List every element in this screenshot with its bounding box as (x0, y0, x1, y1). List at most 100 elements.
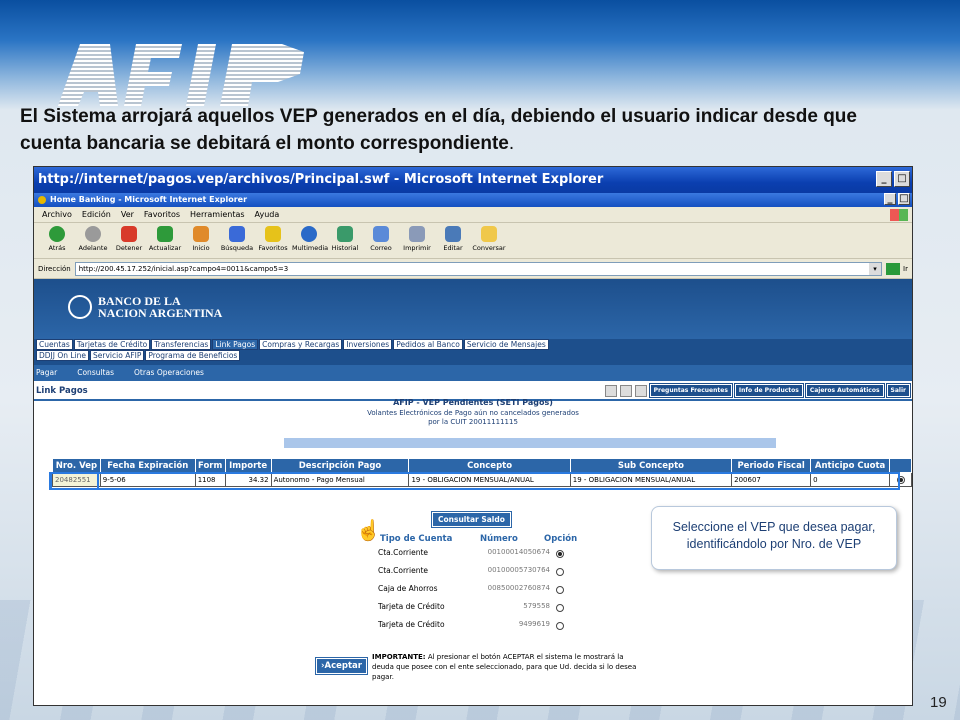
toolbar-back-button[interactable]: Atrás (40, 223, 74, 258)
go-label[interactable]: Ir (903, 265, 908, 273)
tab-cuentas[interactable]: Cuentas (36, 339, 73, 350)
back-icon (49, 226, 65, 242)
account-number: 00100014050674 (487, 548, 550, 556)
head-numero: Número (480, 534, 518, 544)
tab-pedidos[interactable]: Pedidos al Banco (393, 339, 463, 350)
tab-transferencias[interactable]: Transferencias (151, 339, 212, 350)
home-icon[interactable] (604, 384, 617, 397)
account-radio[interactable] (556, 604, 564, 612)
toolbar-print-button[interactable]: Imprimir (400, 223, 434, 258)
minimize-button[interactable]: _ (876, 171, 892, 187)
account-type: Caja de Ahorros (378, 584, 438, 593)
toolbar-label: Adelante (78, 244, 108, 252)
inner-window-titlebar[interactable]: Home Banking - Microsoft Internet Explor… (34, 193, 912, 207)
subnav-pagar[interactable]: Pagar (36, 365, 57, 381)
toolbar-label: Conversar (472, 244, 506, 252)
tab-beneficios[interactable]: Programa de Beneficios (145, 350, 241, 361)
headline-period: . (508, 133, 515, 154)
head-tipo-cuenta: Tipo de Cuenta (380, 534, 453, 544)
account-row[interactable]: Cta.Corriente 00100014050674 (378, 548, 568, 560)
account-radio[interactable] (556, 568, 564, 576)
col-select (889, 458, 912, 473)
toolbar-refresh-button[interactable]: Actualizar (148, 223, 182, 258)
menubar: Archivo Edición Ver Favoritos Herramient… (34, 207, 912, 223)
consultar-saldo-button[interactable]: Consultar Saldo (431, 511, 512, 528)
tab-tarjetas[interactable]: Tarjetas de Crédito (73, 339, 151, 350)
inner-minimize-button[interactable]: _ (884, 193, 896, 205)
account-option (556, 621, 564, 630)
col-subconcepto: Sub Concepto (569, 458, 733, 473)
toolbar-messenger-button[interactable]: Conversar (472, 223, 506, 258)
tab-servicio-afip[interactable]: Servicio AFIP (90, 350, 145, 361)
toolbar-history-button[interactable]: Historial (328, 223, 362, 258)
bank-subnav: Pagar Consultas Otras Operaciones (34, 365, 912, 381)
print-icon[interactable] (634, 384, 647, 397)
account-number: 579558 (523, 602, 550, 610)
mail-icon[interactable] (619, 384, 632, 397)
messenger-icon (481, 226, 497, 242)
toolbar-edit-button[interactable]: Editar (436, 223, 470, 258)
tab-inversiones[interactable]: Inversiones (343, 339, 393, 350)
aceptar-button[interactable]: ›Aceptar (315, 657, 368, 675)
stop-icon (121, 226, 137, 242)
toolbar-search-button[interactable]: Búsqueda (220, 223, 254, 258)
home-icon (193, 226, 209, 242)
vep-title: AFIP - VEP Pendientes (SETI Pagos) (393, 398, 553, 407)
account-radio[interactable] (556, 586, 564, 594)
tab-link-pagos[interactable]: Link Pagos (212, 339, 259, 350)
subnav-otras[interactable]: Otras Operaciones (134, 365, 204, 381)
col-nro-vep: Nro. Vep (52, 458, 101, 473)
col-concepto: Concepto (408, 458, 571, 473)
account-row[interactable]: Caja de Ahorros 00850002760874 (378, 584, 568, 596)
account-row[interactable]: Tarjeta de Crédito 579558 (378, 602, 568, 614)
menu-edicion[interactable]: Edición (82, 207, 111, 222)
page-number: 19 (930, 694, 947, 711)
toolbar-mail-button[interactable]: Correo (364, 223, 398, 258)
toolbar-label: Multimedia (292, 244, 329, 252)
aceptar-label: Aceptar (324, 661, 362, 671)
toolbar-label: Historial (331, 244, 359, 252)
go-arrow-icon[interactable] (886, 262, 901, 275)
toolbar: Atrás Adelante Detener Actualizar Inicio… (34, 223, 912, 259)
toolbar-forward-button[interactable]: Adelante (76, 223, 110, 258)
account-type: Cta.Corriente (378, 548, 429, 557)
address-input[interactable]: http://200.45.17.252/inicial.asp?campo4=… (74, 261, 883, 276)
menu-ver[interactable]: Ver (121, 207, 134, 222)
bank-logo-icon (68, 295, 92, 319)
toolbar-home-button[interactable]: Inicio (184, 223, 218, 258)
menu-ayuda[interactable]: Ayuda (255, 207, 280, 222)
account-row[interactable]: Tarjeta de Crédito 9499619 (378, 620, 568, 632)
inner-maximize-button[interactable]: □ (898, 193, 910, 205)
col-descripcion: Descripción Pago (270, 458, 410, 473)
account-radio[interactable] (556, 622, 564, 630)
tab-compras[interactable]: Compras y Recargas (259, 339, 343, 350)
menu-favoritos[interactable]: Favoritos (144, 207, 180, 222)
subnav-consultas[interactable]: Consultas (77, 365, 114, 381)
menu-archivo[interactable]: Archivo (42, 207, 72, 222)
toolbar-multimedia-button[interactable]: Multimedia (292, 223, 329, 258)
history-icon (337, 226, 353, 242)
account-row[interactable]: Cta.Corriente 00100005730764 (378, 566, 568, 578)
maximize-button[interactable]: □ (894, 171, 910, 187)
callout-line-1: Seleccione el VEP que desea pagar, (672, 520, 876, 534)
bank-name: BANCO DE LA NACION ARGENTINA (98, 295, 222, 319)
tab-mensajes[interactable]: Servicio de Mensajes (463, 339, 549, 350)
address-url: http://200.45.17.252/inicial.asp?campo4=… (78, 264, 289, 273)
bank-nav-tabs: Cuentas Tarjetas de Crédito Transferenci… (34, 339, 912, 365)
chevron-down-icon[interactable]: ▾ (869, 262, 882, 275)
tab-ddjj[interactable]: DDJJ On Line (36, 350, 90, 361)
bank-name-line2: NACION ARGENTINA (98, 306, 223, 320)
menu-herramientas[interactable]: Herramientas (190, 207, 245, 222)
table-header-row: Nro. Vep Fecha Expiración Form Importe D… (52, 458, 912, 473)
outer-window-titlebar[interactable]: http://internet/pagos.vep/archivos/Princ… (34, 167, 912, 193)
progress-strip (284, 438, 776, 448)
account-option (556, 603, 564, 612)
col-fecha: Fecha Expiración (99, 458, 196, 473)
toolbar-label: Actualizar (148, 244, 182, 252)
toolbar-favorites-button[interactable]: Favoritos (256, 223, 290, 258)
mail-icon (373, 226, 389, 242)
outer-window-title: http://internet/pagos.vep/archivos/Princ… (38, 172, 604, 187)
toolbar-stop-button[interactable]: Detener (112, 223, 146, 258)
col-periodo: Periodo Fiscal (731, 458, 812, 473)
account-radio[interactable] (556, 550, 564, 558)
